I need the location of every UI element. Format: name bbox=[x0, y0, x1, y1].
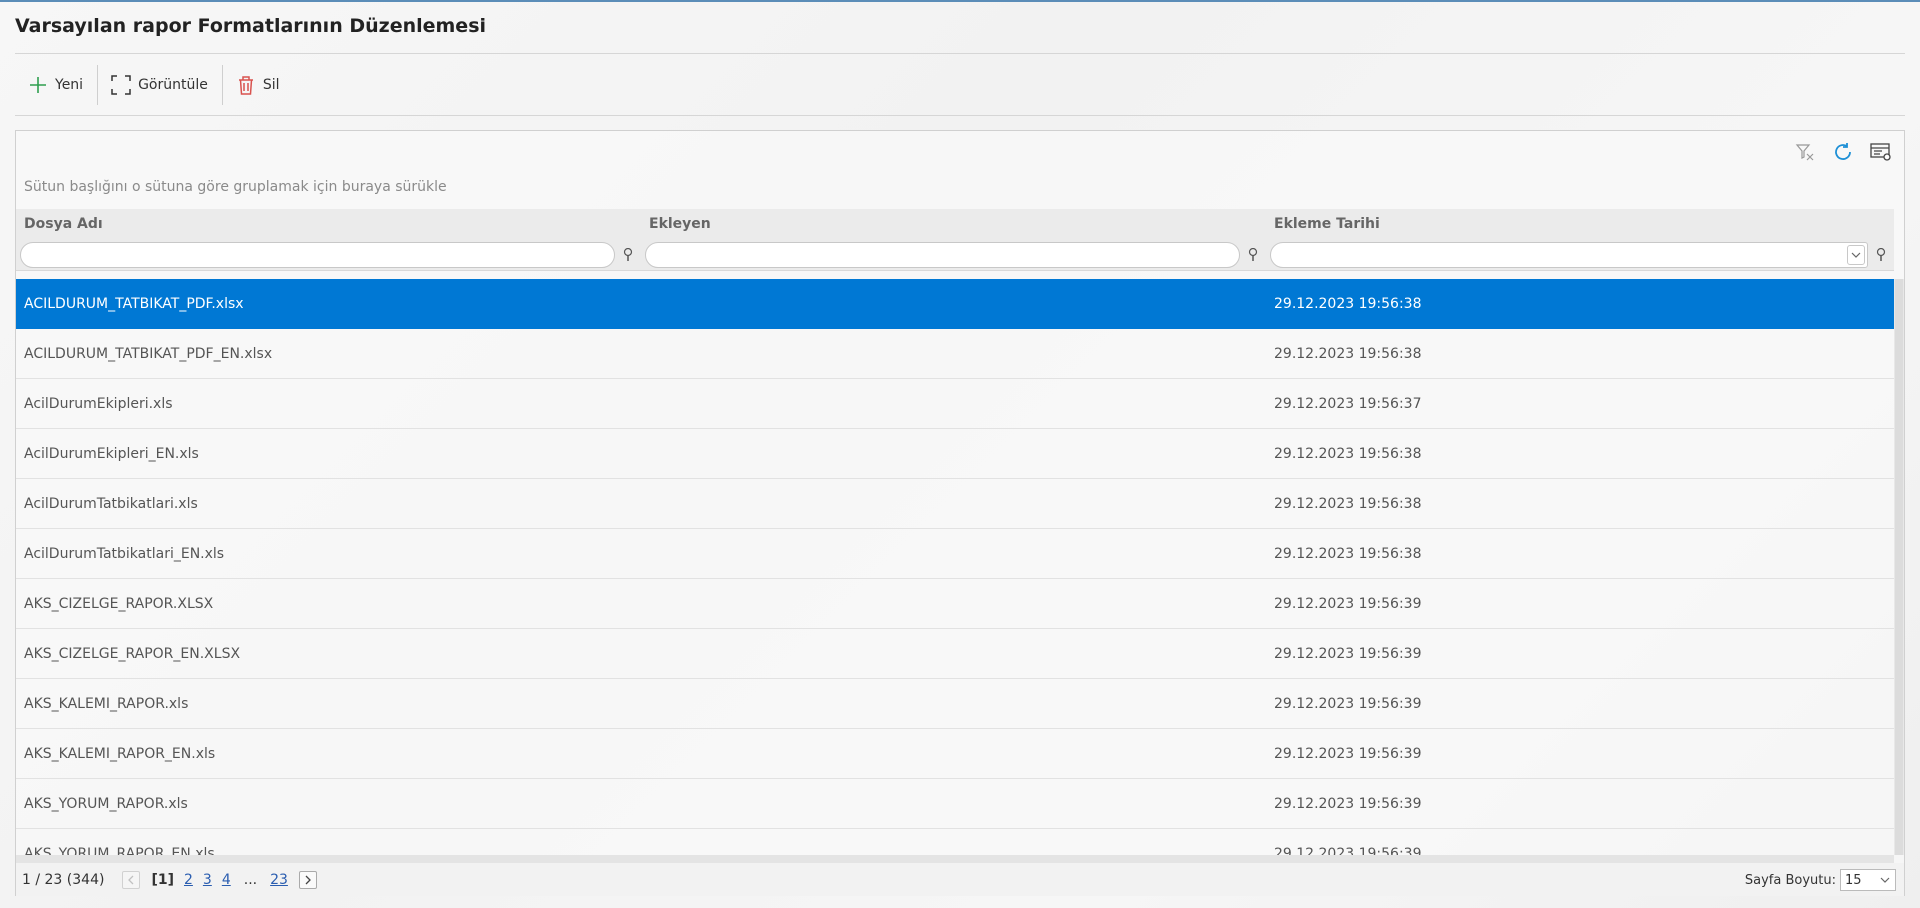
view-button[interactable]: Görüntüle bbox=[98, 65, 222, 105]
file-name-cell: AKS_YORUM_RAPOR_EN.xls bbox=[24, 845, 215, 856]
page-ellipsis[interactable]: ... bbox=[244, 872, 257, 888]
grid-tools bbox=[1792, 139, 1894, 165]
toolbar: Yeni Görüntüle Sil bbox=[15, 63, 294, 107]
table-row[interactable]: AKS_CIZELGE_RAPOR_EN.XLSX 29.12.2023 19:… bbox=[16, 629, 1894, 679]
new-button[interactable]: Yeni bbox=[15, 65, 97, 105]
date-cell: 29.12.2023 19:56:38 bbox=[1274, 495, 1422, 512]
prev-page-button[interactable] bbox=[122, 870, 141, 889]
new-button-label: Yeni bbox=[55, 77, 84, 93]
filter-icon[interactable] bbox=[1244, 244, 1262, 266]
pager-summary: 1 / 23 (344) bbox=[22, 871, 105, 888]
date-cell: 29.12.2023 19:56:39 bbox=[1274, 695, 1422, 712]
table-row[interactable]: AKS_YORUM_RAPOR.xls 29.12.2023 19:56:39 bbox=[16, 779, 1894, 829]
page-size: Sayfa Boyutu: 15 bbox=[1745, 869, 1896, 891]
filter-cell bbox=[1266, 239, 1894, 270]
column-settings-icon[interactable] bbox=[1868, 139, 1894, 165]
page-link-4[interactable]: 4 bbox=[222, 872, 231, 888]
added-by-filter-input[interactable] bbox=[645, 241, 1240, 268]
column-header-date[interactable]: Ekleme Tarihi bbox=[1266, 209, 1894, 239]
pager: 1 / 23 (344) [1] 2 3 4 ... 23 Sayfa Boyu… bbox=[16, 863, 1904, 896]
filter-icon[interactable] bbox=[1872, 244, 1890, 266]
table-row[interactable]: AcilDurumTatbikatlari_EN.xls 29.12.2023 … bbox=[16, 529, 1894, 579]
file-name-cell: AKS_YORUM_RAPOR.xls bbox=[24, 795, 188, 812]
page-size-label: Sayfa Boyutu: bbox=[1744, 872, 1836, 888]
file-name-cell: AKS_CIZELGE_RAPOR_EN.XLSX bbox=[24, 645, 241, 662]
divider bbox=[15, 115, 1905, 116]
table-row[interactable]: AcilDurumEkipleri.xls 29.12.2023 19:56:3… bbox=[16, 379, 1894, 429]
grid-rows: ACILDURUM_TATBIKAT_PDF.xlsx 29.12.2023 1… bbox=[16, 279, 1894, 855]
expand-icon bbox=[110, 74, 132, 96]
data-grid: Sütun başlığını o sütuna göre gruplamak … bbox=[15, 130, 1905, 896]
vertical-scrollbar[interactable] bbox=[1894, 279, 1904, 855]
date-cell: 29.12.2023 19:56:39 bbox=[1274, 845, 1422, 856]
header-row: Dosya Adı Ekleyen Ekleme Tarihi bbox=[16, 209, 1894, 239]
page-title: Varsayılan rapor Formatlarının Düzenleme… bbox=[15, 15, 487, 37]
next-page-button[interactable] bbox=[298, 870, 317, 889]
chevron-down-icon[interactable] bbox=[1877, 872, 1893, 888]
filter-cell bbox=[641, 239, 1266, 270]
trash-icon bbox=[235, 74, 257, 96]
file-name-cell: AcilDurumTatbikatlari.xls bbox=[24, 495, 198, 512]
filter-row bbox=[16, 239, 1894, 271]
table-row[interactable]: AcilDurumTatbikatlari.xls 29.12.2023 19:… bbox=[16, 479, 1894, 529]
date-cell: 29.12.2023 19:56:37 bbox=[1274, 395, 1422, 412]
table-row[interactable]: ACILDURUM_TATBIKAT_PDF.xlsx 29.12.2023 1… bbox=[16, 279, 1894, 329]
date-filter-input[interactable] bbox=[1270, 241, 1868, 268]
file-name-cell: AcilDurumTatbikatlari_EN.xls bbox=[24, 545, 225, 562]
table-row[interactable]: ACILDURUM_TATBIKAT_PDF_EN.xlsx 29.12.202… bbox=[16, 329, 1894, 379]
page-link-2[interactable]: 2 bbox=[184, 872, 193, 888]
filter-cell bbox=[16, 239, 641, 270]
plus-icon bbox=[27, 74, 49, 96]
date-cell: 29.12.2023 19:56:38 bbox=[1274, 445, 1422, 462]
table-row[interactable]: AKS_YORUM_RAPOR_EN.xls 29.12.2023 19:56:… bbox=[16, 829, 1894, 856]
file-name-cell: ACILDURUM_TATBIKAT_PDF.xlsx bbox=[24, 295, 244, 312]
file-name-cell: ACILDURUM_TATBIKAT_PDF_EN.xlsx bbox=[24, 345, 273, 362]
divider bbox=[15, 53, 1905, 54]
filter-icon[interactable] bbox=[619, 244, 637, 266]
table-row[interactable]: AKS_CIZELGE_RAPOR.XLSX 29.12.2023 19:56:… bbox=[16, 579, 1894, 629]
file-name-cell: AKS_CIZELGE_RAPOR.XLSX bbox=[24, 595, 214, 612]
chevron-down-icon[interactable] bbox=[1847, 244, 1865, 265]
table-row[interactable]: AKS_KALEMI_RAPOR.xls 29.12.2023 19:56:39 bbox=[16, 679, 1894, 729]
date-cell: 29.12.2023 19:56:38 bbox=[1274, 295, 1422, 312]
date-cell: 29.12.2023 19:56:39 bbox=[1274, 745, 1422, 762]
date-cell: 29.12.2023 19:56:38 bbox=[1274, 345, 1422, 362]
top-accent-line bbox=[0, 0, 1920, 2]
current-page: [1] bbox=[151, 871, 174, 888]
date-cell: 29.12.2023 19:56:39 bbox=[1274, 595, 1422, 612]
table-row[interactable]: AKS_KALEMI_RAPOR_EN.xls 29.12.2023 19:56… bbox=[16, 729, 1894, 779]
page-size-value: 15 bbox=[1845, 872, 1862, 888]
date-cell: 29.12.2023 19:56:38 bbox=[1274, 545, 1422, 562]
delete-button-label: Sil bbox=[262, 77, 280, 93]
scrollbar-thumb[interactable] bbox=[1895, 279, 1903, 855]
refresh-icon[interactable] bbox=[1830, 139, 1856, 165]
column-header-file-name[interactable]: Dosya Adı bbox=[16, 209, 641, 239]
file-name-cell: AcilDurumEkipleri_EN.xls bbox=[24, 445, 199, 462]
file-name-filter-input[interactable] bbox=[20, 241, 615, 268]
table-row[interactable]: AcilDurumEkipleri_EN.xls 29.12.2023 19:5… bbox=[16, 429, 1894, 479]
delete-button[interactable]: Sil bbox=[223, 65, 294, 105]
horizontal-scrollbar[interactable] bbox=[16, 855, 1894, 863]
view-button-label: Görüntüle bbox=[138, 77, 208, 93]
date-cell: 29.12.2023 19:56:39 bbox=[1274, 645, 1422, 662]
page-link-3[interactable]: 3 bbox=[203, 872, 212, 888]
column-header-added-by[interactable]: Ekleyen bbox=[641, 209, 1266, 239]
file-name-cell: AKS_KALEMI_RAPOR_EN.xls bbox=[24, 745, 216, 762]
date-cell: 29.12.2023 19:56:39 bbox=[1274, 795, 1422, 812]
page-size-select[interactable]: 15 bbox=[1840, 869, 1896, 891]
file-name-cell: AcilDurumEkipleri.xls bbox=[24, 395, 173, 412]
file-name-cell: AKS_KALEMI_RAPOR.xls bbox=[24, 695, 189, 712]
page-link-last[interactable]: 23 bbox=[270, 872, 288, 888]
group-panel[interactable]: Sütun başlığını o sütuna göre gruplamak … bbox=[24, 179, 447, 195]
clear-filter-icon[interactable] bbox=[1792, 139, 1818, 165]
